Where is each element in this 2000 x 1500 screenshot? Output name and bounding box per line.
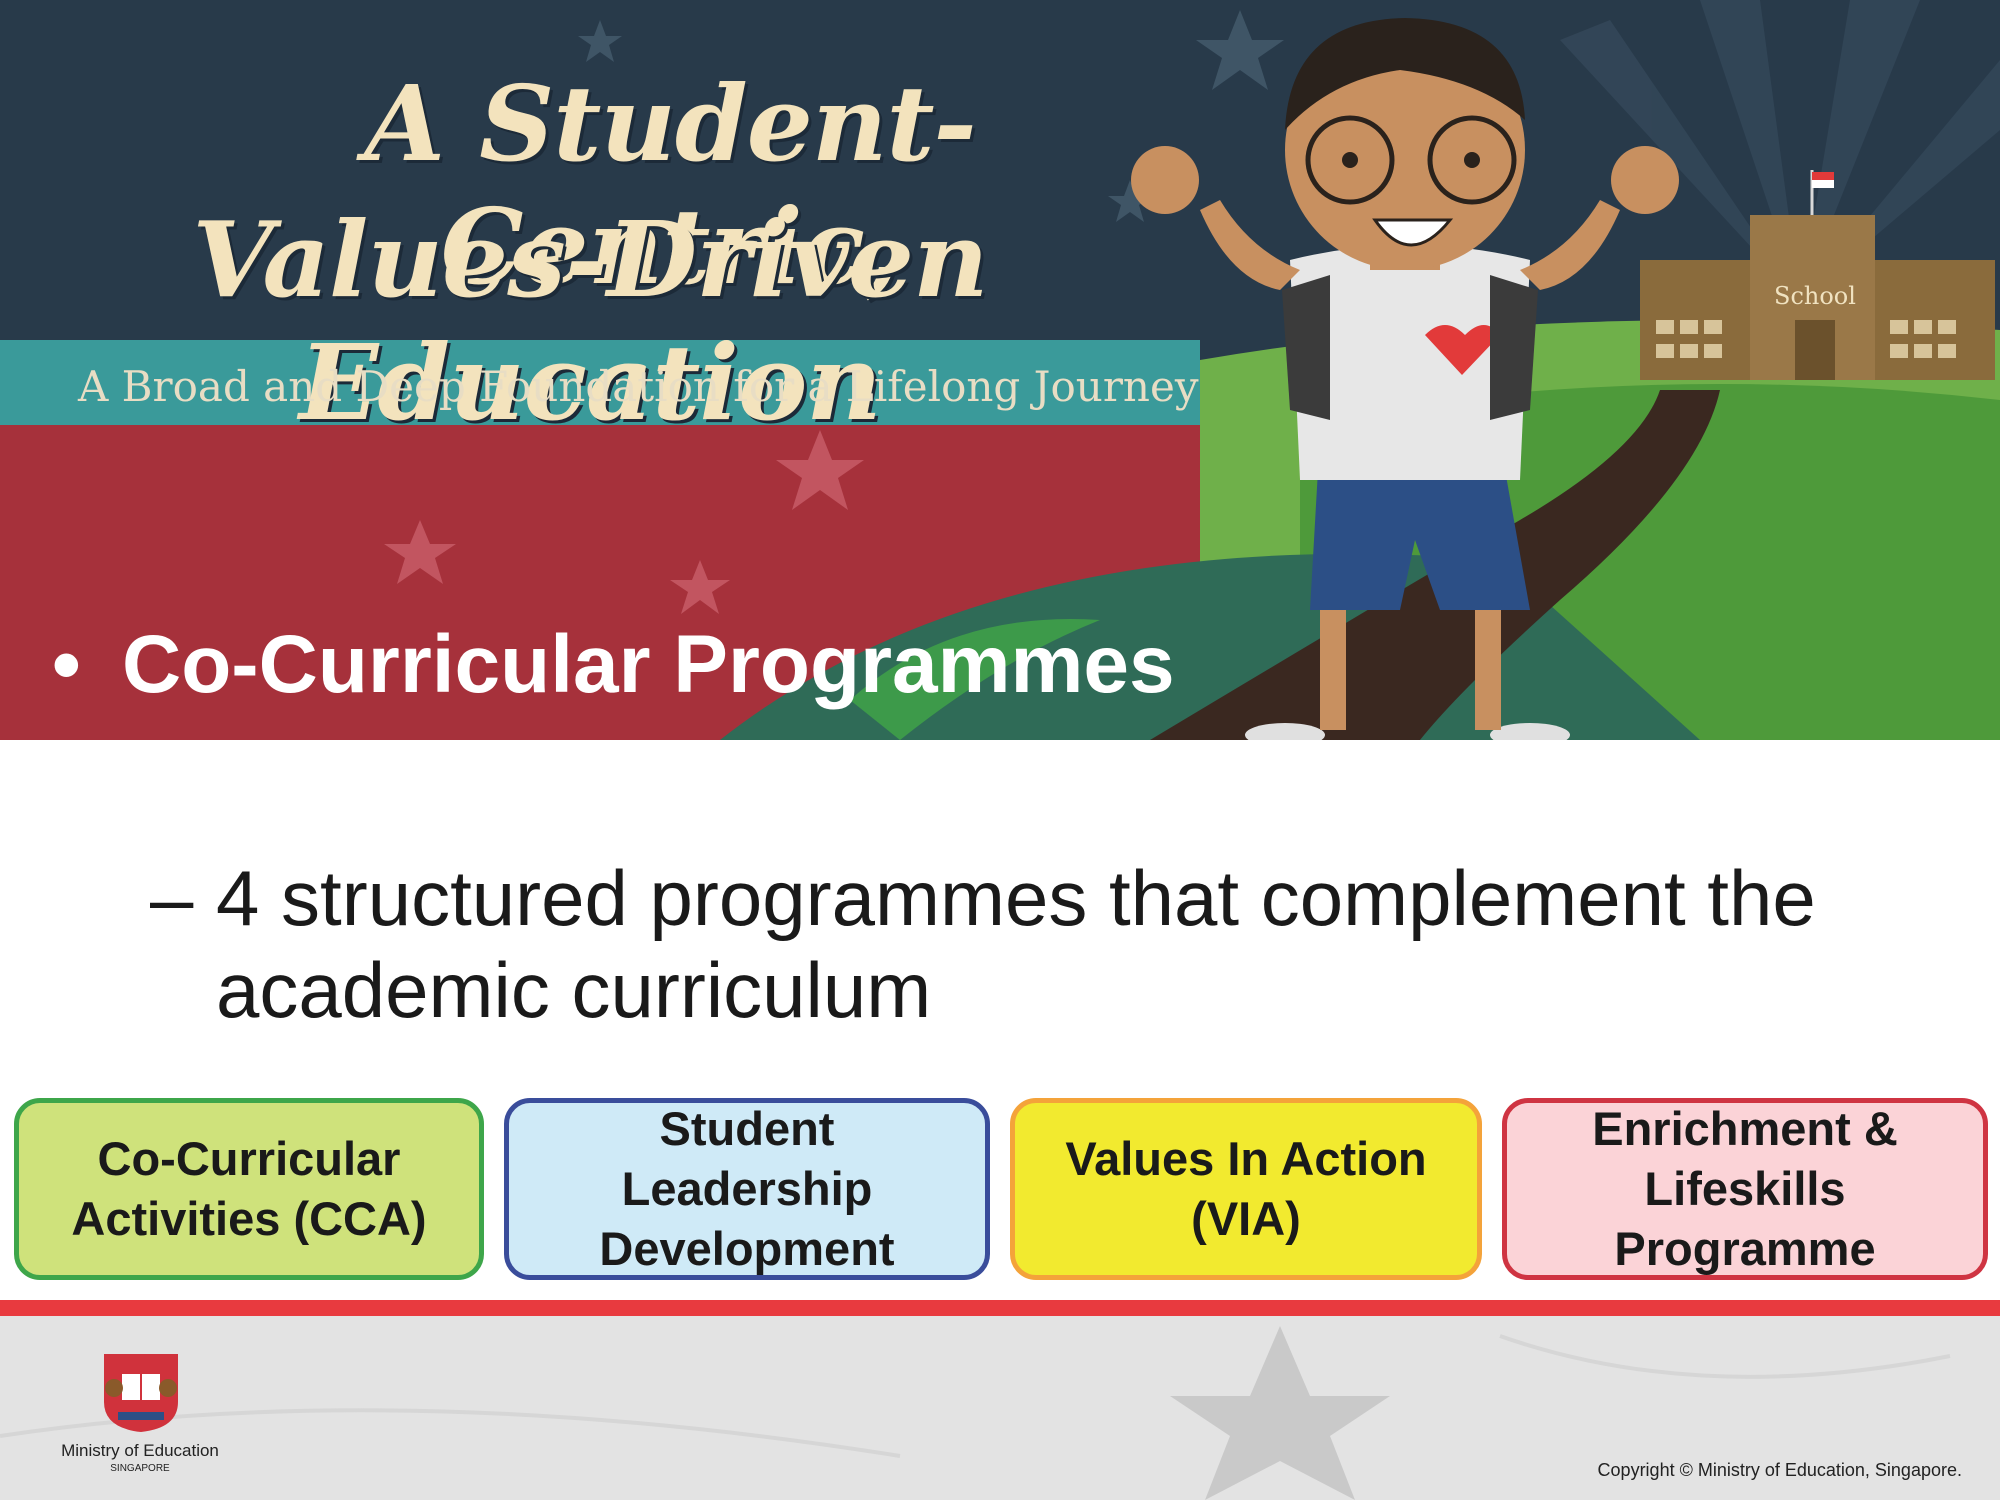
programme-box-enrichment: Enrichment & Lifeskills Programme <box>1502 1098 1988 1280</box>
accent-divider <box>0 1300 2000 1316</box>
copyright-text: Copyright © Ministry of Education, Singa… <box>1597 1460 1962 1480</box>
sub-bullet-text: 4 structured programmes that complement … <box>216 854 1816 1034</box>
programme-label: Values In Action (VIA) <box>1065 1132 1427 1245</box>
programme-box-cca: Co-Curricular Activities (CCA) <box>14 1098 484 1280</box>
ministry-label: Ministry of Education <box>61 1441 219 1460</box>
sub-bullet-marker: – <box>150 854 194 942</box>
programme-label: Student Leadership Development <box>599 1102 895 1275</box>
programme-box-via: Values In Action (VIA) <box>1010 1098 1482 1280</box>
main-bullet: • Co-Curricular Programmes <box>52 618 1175 712</box>
bullet-marker: • <box>52 619 81 710</box>
ministry-country: SINGAPORE <box>110 1463 170 1474</box>
programme-label: Co-Curricular Activities (CCA) <box>71 1132 427 1245</box>
moe-crest-logo <box>100 1350 182 1434</box>
banner-subtitle: A Broad and Deep Foundation for a Lifelo… <box>78 362 1199 411</box>
programme-label: Enrichment & Lifeskills Programme <box>1592 1102 1898 1275</box>
header-banner: A Student-Centric, Values-Driven Educati… <box>0 0 2000 740</box>
programme-box-leadership: Student Leadership Development <box>504 1098 990 1280</box>
school-sign-label: School <box>1774 282 1856 310</box>
ministry-name: Ministry of Education SINGAPORE <box>40 1442 240 1478</box>
main-bullet-text: Co-Curricular Programmes <box>122 619 1175 710</box>
